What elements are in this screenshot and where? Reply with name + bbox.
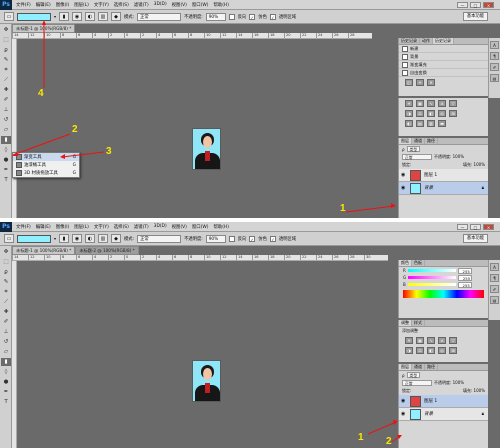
- annotation-1: 1: [340, 203, 346, 214]
- annotation-4: 4: [38, 88, 44, 99]
- annotation-arrows: [367, 420, 402, 443]
- annotation-2: 2: [72, 124, 78, 135]
- screenshot-1: Ps 文件(F) 编辑(E) 图像(I) 图层(L) 文字(Y) 选择(S) 滤…: [0, 0, 500, 218]
- annotation-3: 3: [106, 146, 112, 157]
- annotation-arrows: [12, 20, 396, 213]
- screenshot-2: Ps 文件(F) 编辑(E) 图像(I) 图层(L) 文字(Y) 选择(S) 滤…: [0, 222, 500, 448]
- annotation-1: 1: [358, 432, 364, 443]
- annotation-2: 2: [386, 436, 392, 447]
